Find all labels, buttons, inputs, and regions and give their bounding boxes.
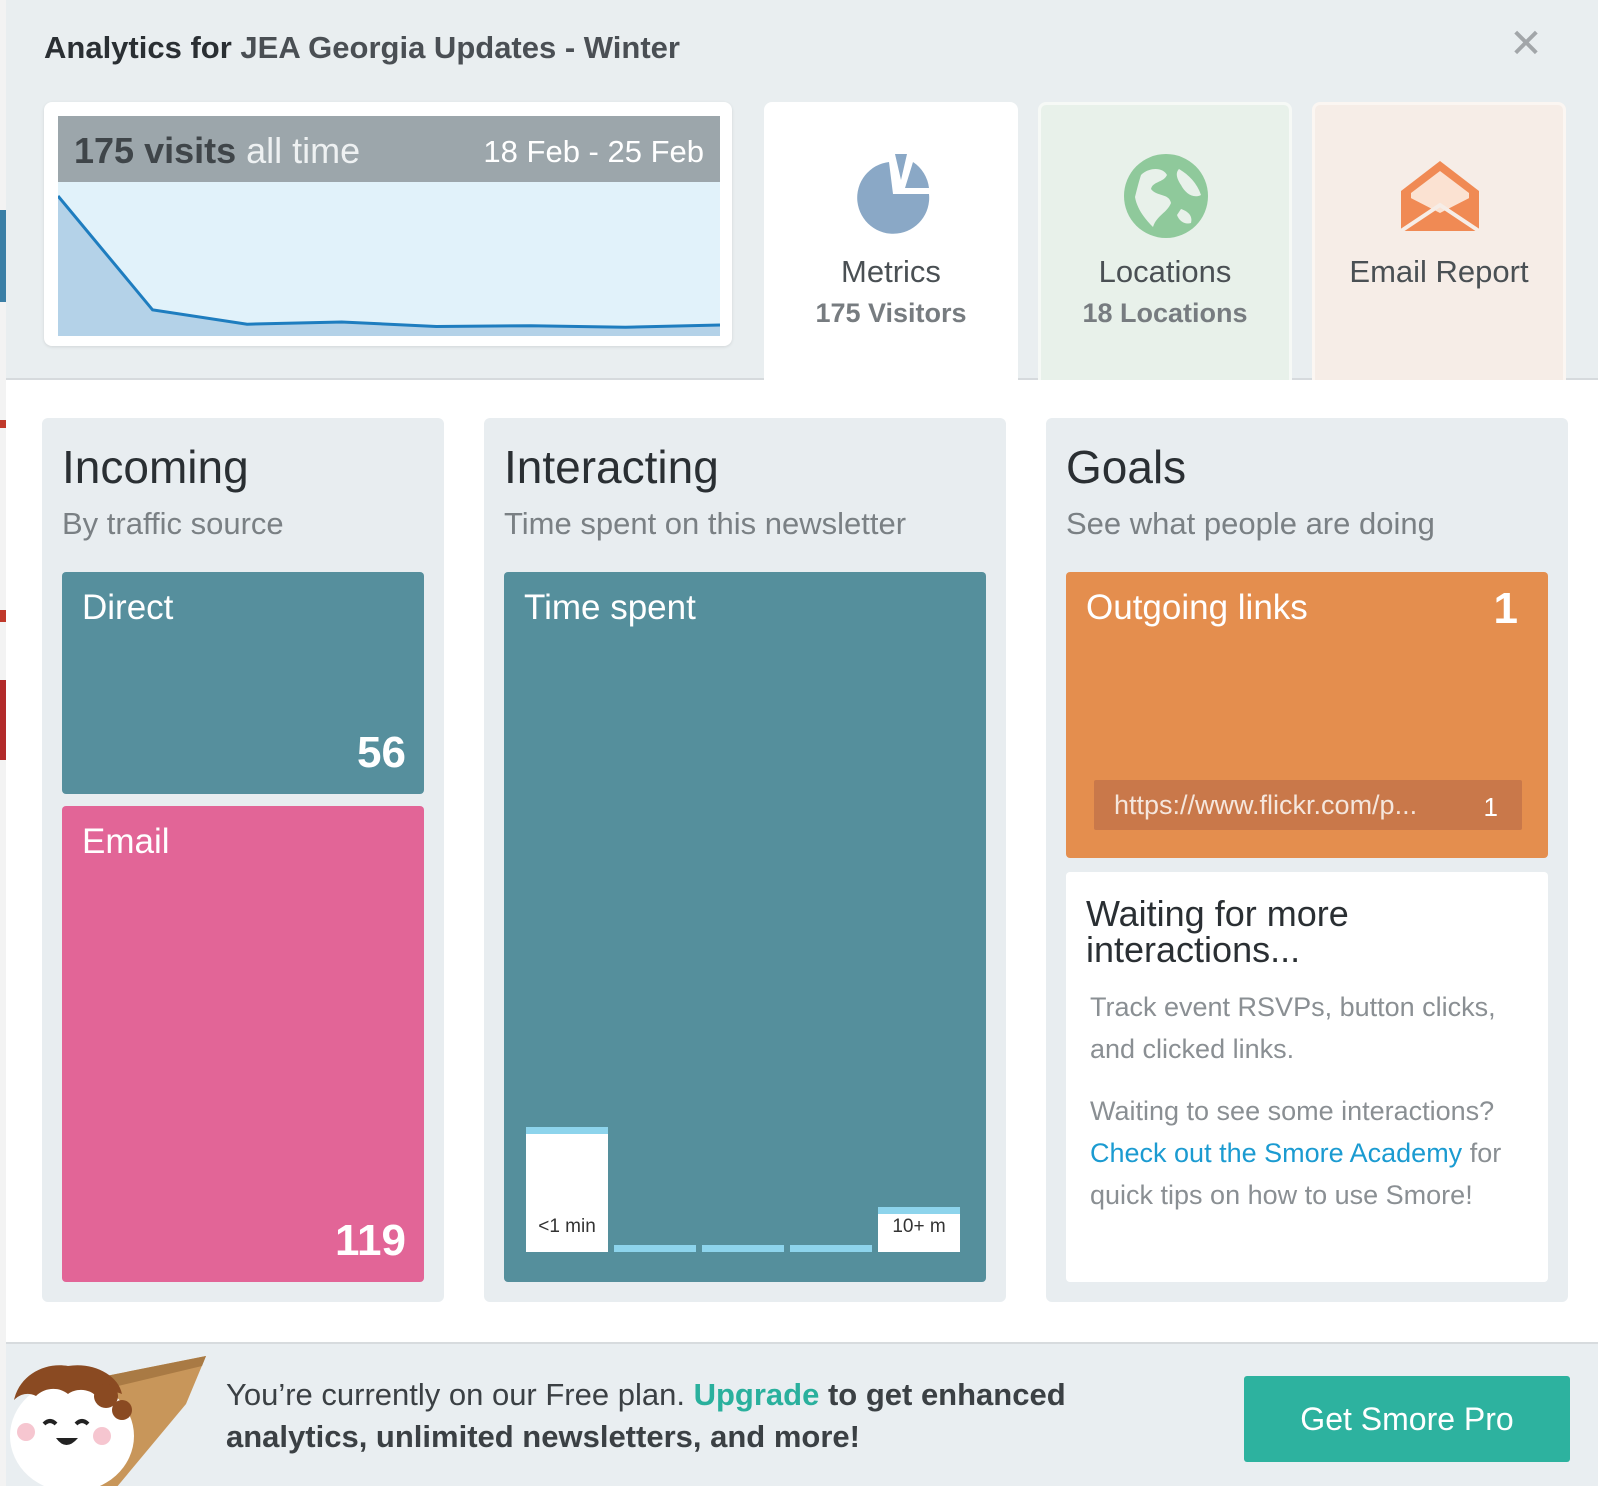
time-bucket-bar [702,1245,784,1252]
date-range: 18 Feb - 25 Feb [483,134,704,169]
time-bucket-bar [614,1245,696,1252]
goals-subtitle: See what people are doing [1066,506,1435,541]
tab-metrics[interactable]: Metrics 175 Visitors [764,102,1018,382]
time-spent-label: Time spent [524,588,696,627]
incoming-subtitle: By traffic source [62,506,284,541]
smore-academy-link[interactable]: Check out the Smore Academy [1090,1138,1462,1168]
visits-count: 175 visits all time [74,130,360,172]
tab-metrics-sub: 175 Visitors [815,298,967,328]
sparkline-area [58,196,720,336]
pie-chart-icon [857,154,930,234]
time-bucket-bar: <1 min [526,1127,608,1252]
goals-panel: Goals See what people are doing Outgoing… [1046,418,1568,1302]
upgrade-link[interactable]: Upgrade [694,1377,820,1412]
waiting-description: Track event RSVPs, button clicks, and cl… [1090,992,1496,1064]
tab-locations[interactable]: Locations 18 Locations [1038,102,1292,380]
analytics-modal: Analytics for JEA Georgia Updates - Wint… [6,0,1598,1486]
waiting-help-pre: Waiting to see some interactions? [1090,1096,1495,1126]
globe-icon [1124,154,1208,238]
email-traffic-block[interactable]: Email 119 [62,806,424,1282]
modal-title: Analytics for JEA Georgia Updates - Wint… [44,30,680,66]
visits-sparkline [58,182,720,336]
newsletter-name: JEA Georgia Updates - Winter [240,30,680,65]
direct-value: 56 [357,728,406,777]
tab-locations-label: Locations [1098,254,1232,289]
title-prefix: Analytics for [44,30,232,65]
upgrade-footer: You’re currently on our Free plan. Upgra… [6,1342,1598,1486]
outgoing-links-count: 1 [1493,584,1518,633]
time-spent-block[interactable]: Time spent <1 min 10+ m [504,572,986,1282]
modal-header: Analytics for JEA Georgia Updates - Wint… [6,0,1598,382]
upgrade-message-pre: You’re currently on our Free plan. [226,1377,685,1412]
email-value: 119 [335,1216,406,1265]
interacting-subtitle: Time spent on this newsletter [504,506,907,541]
time-bucket-bar [790,1245,872,1252]
direct-label: Direct [82,588,174,627]
incoming-title: Incoming [62,441,249,493]
goals-title: Goals [1066,441,1187,493]
tab-locations-sub: 18 Locations [1082,298,1248,328]
waiting-title: Waiting for more interactions... [1086,893,1349,970]
tab-metrics-label: Metrics [841,254,941,289]
time-bucket-first-label: <1 min [538,1216,596,1237]
visits-total: 175 visits [74,130,237,171]
email-label: Email [82,822,170,861]
time-bucket-bar: 10+ m [878,1207,960,1252]
tab-email-report[interactable]: Email Report [1312,102,1566,380]
tab-email-report-label: Email Report [1349,254,1529,289]
interacting-panel: Interacting Time spent on this newslette… [484,418,1006,1302]
envelope-icon [1399,161,1481,233]
outgoing-link-count: 1 [1483,792,1498,822]
outgoing-link-row[interactable]: https://www.flickr.com/p... 1 [1094,780,1522,830]
upgrade-message: You’re currently on our Free plan. Upgra… [226,1374,1206,1458]
waiting-help: Waiting to see some interactions? Check … [1090,1090,1530,1216]
direct-traffic-block[interactable]: Direct 56 [62,572,424,794]
outgoing-links-block[interactable]: Outgoing links 1 https://www.flickr.com/… [1066,572,1548,858]
incoming-panel: Incoming By traffic source Direct 56 Ema… [42,418,444,1302]
outgoing-links-label: Outgoing links [1086,588,1308,627]
time-bucket-last-label: 10+ m [892,1216,946,1237]
interacting-title: Interacting [504,441,719,493]
visits-period: all time [246,130,361,171]
waiting-card: Waiting for more interactions... Track e… [1066,872,1548,1282]
outgoing-link-url: https://www.flickr.com/p... [1114,790,1418,820]
sparkline-line [58,195,720,329]
close-icon[interactable]: ✕ [1506,24,1546,64]
visits-summary-bar: 175 visits all time 18 Feb - 25 Feb [58,116,720,182]
get-smore-pro-button[interactable]: Get Smore Pro [1244,1376,1570,1462]
smore-mascot-icon [10,1356,206,1486]
visits-card: 175 visits all time 18 Feb - 25 Feb [44,102,732,346]
